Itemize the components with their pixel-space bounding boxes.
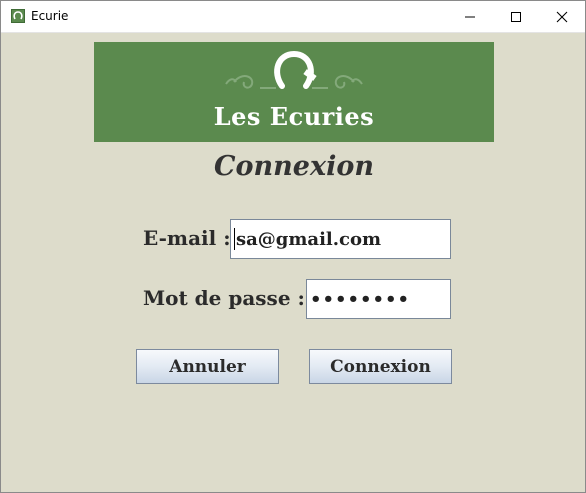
- horseshoe-icon: [225, 50, 363, 89]
- page-title: Connexion: [214, 151, 374, 182]
- email-value: sa@gmail.com: [236, 228, 382, 250]
- maximize-icon: [511, 11, 521, 22]
- email-label: E-mail :: [143, 226, 231, 250]
- minimize-button[interactable]: [447, 1, 493, 32]
- banner-title: Les Ecuries: [213, 102, 375, 131]
- minimize-icon: [465, 16, 475, 17]
- close-icon: [556, 11, 568, 22]
- password-label: Mot de passe :: [143, 286, 305, 310]
- window-title: Ecurie: [31, 9, 69, 23]
- login-button[interactable]: Connexion: [309, 349, 452, 384]
- banner-logo: Les Ecuries: [94, 42, 494, 142]
- password-field[interactable]: ••••••••: [306, 279, 451, 319]
- password-value: ••••••••: [310, 288, 411, 310]
- email-field[interactable]: sa@gmail.com: [230, 219, 451, 259]
- maximize-button[interactable]: [493, 1, 539, 32]
- app-window: Ecurie Les Ecuries Connexion E-mail: sa…: [0, 0, 586, 493]
- horseshoe-icon: [11, 9, 25, 23]
- title-bar[interactable]: Ecurie: [1, 1, 585, 33]
- cancel-button[interactable]: Annuler: [136, 349, 279, 384]
- text-caret: [234, 228, 235, 250]
- close-button[interactable]: [539, 1, 585, 32]
